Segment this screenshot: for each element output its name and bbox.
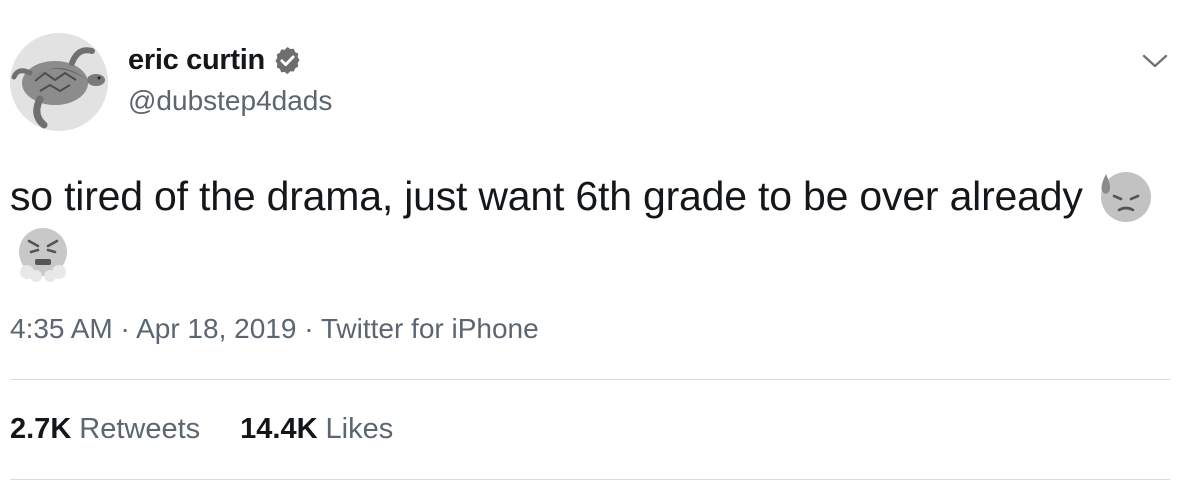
- tweet-meta: 4:35 AM · Apr 18, 2019 · Twitter for iPh…: [10, 313, 539, 345]
- face-with-steam-from-nose-icon: [19, 228, 67, 282]
- tweet-card: eric curtin @dubstep4dads so tired of th…: [0, 0, 1181, 493]
- likes-count: 14.4K: [240, 413, 318, 445]
- likes-label: Likes: [325, 413, 394, 445]
- retweets-stat[interactable]: 2.7K Retweets: [10, 413, 200, 446]
- verified-badge-icon: [275, 46, 300, 75]
- likes-stat[interactable]: 14.4K Likes: [240, 413, 393, 446]
- downcast-face-with-sweat-icon: [1100, 172, 1151, 222]
- divider: [10, 479, 1170, 480]
- retweets-label: Retweets: [79, 413, 201, 445]
- meta-separator: ·: [304, 313, 314, 344]
- chevron-down-icon[interactable]: [1140, 48, 1170, 74]
- tweet-text: so tired of the drama, just want 6th gra…: [10, 166, 1160, 286]
- user-display-name: eric curtin: [128, 44, 265, 76]
- tweet-date-link[interactable]: Apr 18, 2019: [136, 313, 296, 344]
- tweet-time-link[interactable]: 4:35 AM: [10, 313, 113, 344]
- retweets-count: 2.7K: [10, 413, 72, 445]
- tweet-body: so tired of the drama, just want 6th gra…: [10, 173, 1083, 219]
- divider: [10, 379, 1170, 380]
- tweet-source-link[interactable]: Twitter for iPhone: [321, 313, 539, 344]
- user-handle[interactable]: @dubstep4dads: [128, 85, 332, 117]
- tweet-stats: 2.7K Retweets 14.4K Likes: [10, 413, 393, 446]
- turtle-avatar-image: [10, 33, 108, 131]
- meta-separator: ·: [120, 313, 130, 344]
- avatar[interactable]: [10, 33, 108, 131]
- user-name[interactable]: eric curtin: [128, 44, 303, 77]
